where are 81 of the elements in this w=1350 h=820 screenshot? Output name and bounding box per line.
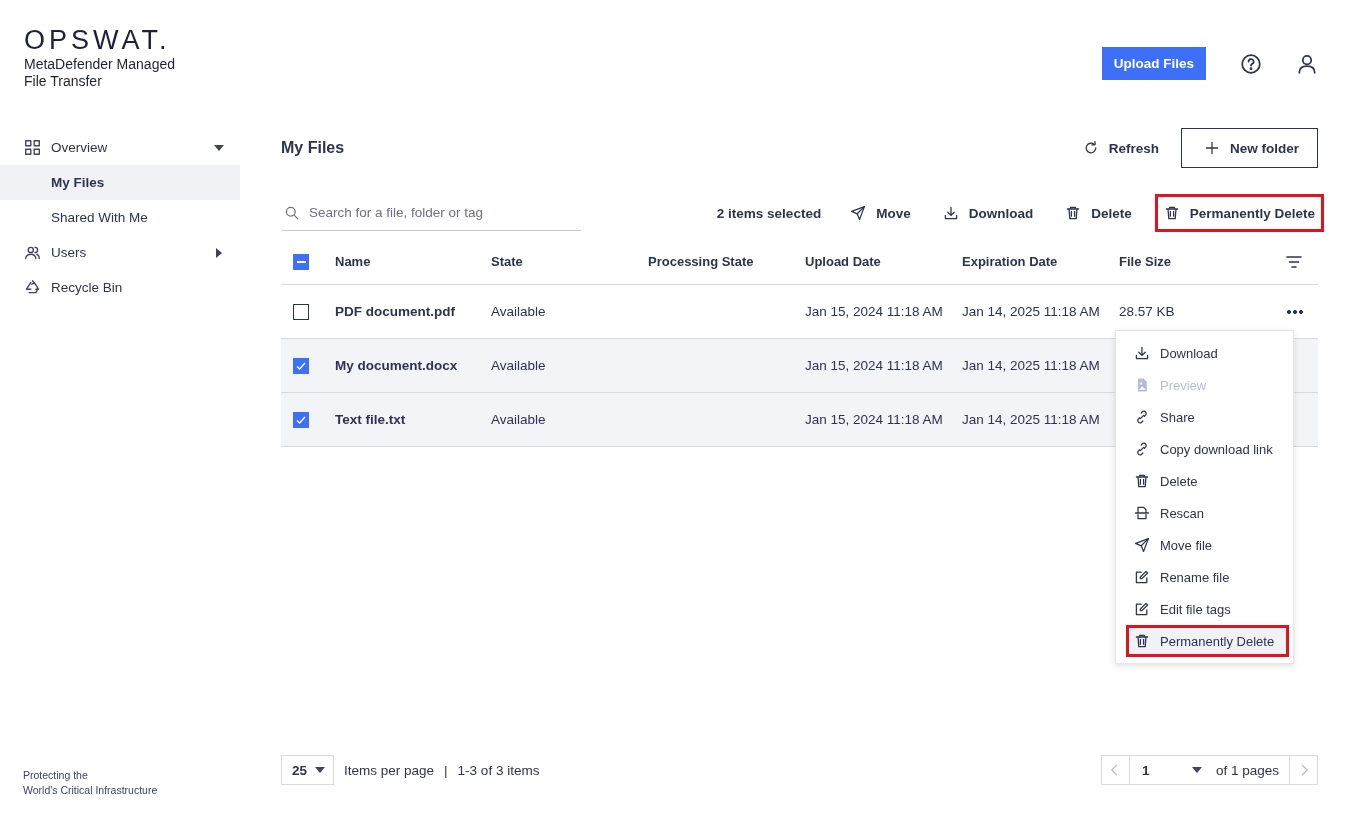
sidebar-item[interactable]: Recycle Bin	[0, 270, 240, 305]
sidebar-item[interactable]: Overview	[0, 130, 240, 165]
expiration-date-cell: Jan 14, 2025 11:18 AM	[962, 358, 1100, 373]
trash-icon	[1163, 205, 1180, 221]
upload-files-button[interactable]: Upload Files	[1101, 47, 1206, 80]
column-header: State	[491, 254, 523, 269]
upload-date-cell: Jan 15, 2024 11:18 AM	[805, 412, 943, 427]
state-cell: Available	[491, 358, 546, 373]
menu-item[interactable]: Share	[1116, 401, 1293, 433]
checkbox[interactable]	[293, 411, 309, 428]
refresh-button[interactable]: Refresh	[1082, 140, 1159, 156]
column-header: Name	[335, 254, 371, 269]
checkbox[interactable]	[293, 303, 309, 320]
items-per-page-label: Items per page	[344, 762, 435, 778]
checkbox[interactable]	[293, 357, 309, 374]
sidebar-item[interactable]: Users	[0, 235, 240, 270]
download-icon	[942, 205, 959, 221]
help-icon	[1240, 52, 1262, 75]
action-button[interactable]: Permanently Delete	[1154, 194, 1324, 232]
action-button[interactable]: Move	[841, 194, 920, 232]
items-range: 1-3 of 3 items	[457, 762, 540, 778]
caret-icon	[1191, 767, 1202, 773]
download-icon	[1134, 345, 1150, 361]
menu-item[interactable]: Edit file tags	[1116, 593, 1293, 625]
tagline-text: Protecting the	[23, 768, 88, 783]
action-button[interactable]: Download	[933, 194, 1043, 232]
menu-item[interactable]: Rename file	[1116, 561, 1293, 593]
upload-date-cell: Jan 15, 2024 11:18 AM	[805, 358, 943, 373]
menu-item[interactable]: Delete	[1116, 465, 1293, 497]
menu-item[interactable]: Rescan	[1116, 497, 1293, 529]
separator-text: |	[444, 762, 448, 778]
scanner-icon	[1134, 505, 1150, 521]
page-size-select[interactable]: 25	[281, 755, 335, 785]
file-size-cell: 28.57 KB	[1119, 304, 1175, 319]
minus-icon	[296, 260, 306, 263]
state-cell: Available	[491, 412, 546, 427]
column-header: Expiration Date	[962, 254, 1058, 269]
selection-count: 2 items selected	[716, 205, 822, 221]
more-options-icon[interactable]	[1286, 309, 1304, 314]
file-name: My document.docx	[335, 358, 458, 373]
column-header: File Size	[1119, 254, 1172, 269]
search-field[interactable]: Search for a file, folder or tag	[281, 195, 581, 231]
paper-plane-icon	[850, 205, 867, 221]
paper-plane-icon	[1134, 537, 1150, 553]
state-cell: Available	[491, 304, 546, 319]
file-name: Text file.txt	[335, 412, 406, 427]
sidebar-subitem[interactable]: Shared With Me	[0, 200, 240, 235]
trash-icon	[1065, 205, 1082, 221]
file-name: PDF document.pdf	[335, 304, 455, 319]
caret-icon	[315, 767, 326, 773]
caret-icon	[214, 144, 224, 151]
trash-icon	[1134, 633, 1150, 649]
logo-text: OPSWAT.	[24, 26, 172, 54]
edit-icon	[1134, 601, 1150, 617]
upload-date-cell: Jan 15, 2024 11:18 AM	[805, 304, 943, 319]
recycle-icon	[24, 279, 41, 296]
menu-item[interactable]: Move file	[1116, 529, 1293, 561]
menu-item[interactable]: Download	[1116, 337, 1293, 369]
column-header: Processing State	[648, 254, 754, 269]
expiration-date-cell: Jan 14, 2025 11:18 AM	[962, 412, 1100, 427]
sidebar-subitem[interactable]: My Files	[0, 165, 240, 200]
search-icon	[284, 205, 300, 221]
page-title: My Files	[281, 139, 345, 157]
link-icon	[1134, 441, 1150, 457]
checkbox[interactable]	[293, 253, 309, 270]
page-count: of 1 pages	[1214, 762, 1280, 778]
user-icon	[1296, 52, 1318, 75]
plus-icon	[1204, 140, 1220, 156]
expiration-date-cell: Jan 14, 2025 11:18 AM	[962, 304, 1100, 319]
new-folder-button[interactable]: New folder	[1181, 128, 1318, 168]
menu-item[interactable]: Permanently Delete	[1126, 625, 1289, 657]
trash-icon	[1134, 473, 1150, 489]
action-button[interactable]: Delete	[1056, 194, 1141, 232]
edit-icon	[1134, 569, 1150, 585]
link-icon	[1134, 409, 1150, 425]
product-name: MetaDefender Managed File Transfer	[24, 56, 176, 90]
users-icon	[24, 244, 41, 261]
tagline-text: World's Critical Infrastructure	[23, 783, 158, 798]
grid-icon	[24, 139, 41, 156]
column-header: Upload Date	[805, 254, 881, 269]
caret-icon	[216, 247, 222, 258]
